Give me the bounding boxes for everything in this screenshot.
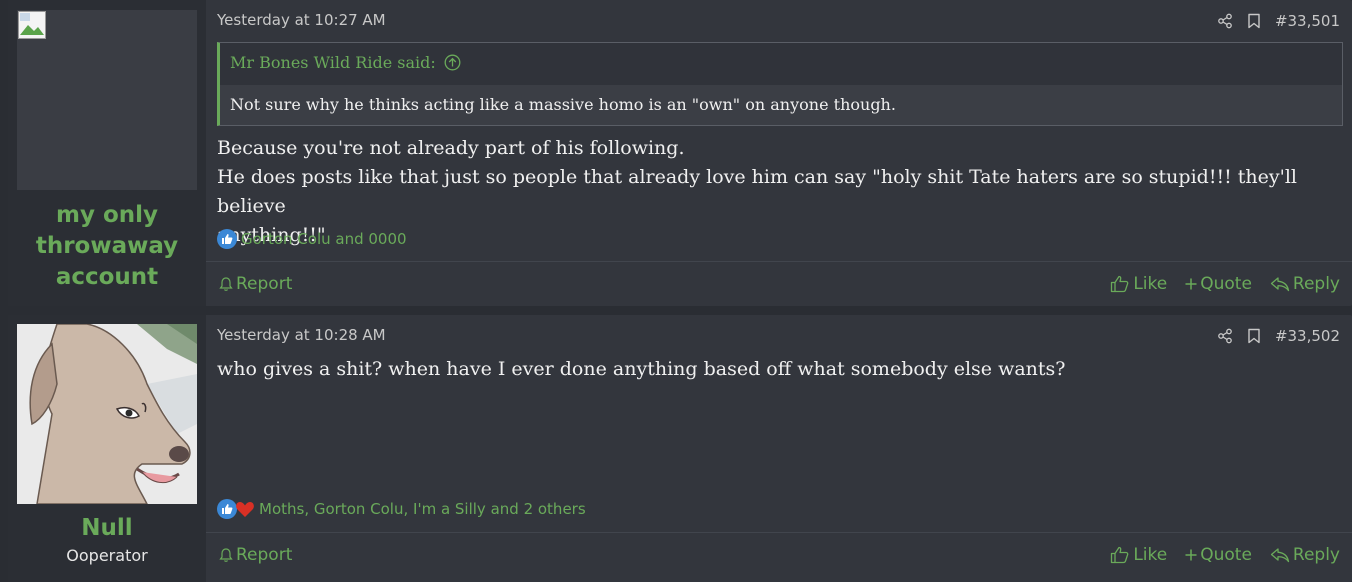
- quote-author: Mr Bones Wild Ride said:: [230, 53, 436, 72]
- heart-reaction-icon: [235, 499, 255, 519]
- user-column: Null Ooperator: [8, 315, 206, 582]
- reply-arrow-icon: [1270, 547, 1290, 562]
- reply-button[interactable]: Reply: [1270, 274, 1340, 294]
- bookmark-icon[interactable]: [1247, 13, 1261, 29]
- bell-icon: [219, 276, 233, 291]
- post-33502: Null Ooperator Yesterday at 10:28 AM #33…: [8, 315, 1352, 582]
- post-timestamp[interactable]: Yesterday at 10:28 AM: [217, 326, 386, 344]
- post-tools: #33,502: [1217, 325, 1340, 347]
- avatar[interactable]: [17, 10, 197, 190]
- reply-arrow-icon: [1270, 276, 1290, 291]
- user-column: my only throwaway account: [8, 0, 206, 306]
- report-button[interactable]: Report: [219, 545, 292, 565]
- like-button[interactable]: Like: [1110, 545, 1167, 565]
- like-reaction-icon: [217, 499, 237, 519]
- arrow-up-circle-icon[interactable]: [444, 54, 461, 71]
- post-timestamp[interactable]: Yesterday at 10:27 AM: [217, 11, 386, 29]
- reactions-list[interactable]: Gorton Colu and 0000: [241, 230, 407, 248]
- bell-icon: [219, 547, 233, 562]
- username[interactable]: Null: [8, 513, 206, 544]
- dog-avatar-image: [17, 324, 197, 504]
- quote-block: Mr Bones Wild Ride said: Not sure why he…: [217, 42, 1343, 126]
- reactions-bar[interactable]: Moths, Gorton Colu, I'm a Silly and 2 ot…: [217, 499, 586, 519]
- plus-icon: [1185, 278, 1197, 289]
- user-title: Ooperator: [66, 546, 148, 565]
- bookmark-icon[interactable]: [1247, 328, 1261, 344]
- share-icon[interactable]: [1217, 328, 1233, 344]
- reactions-bar[interactable]: Gorton Colu and 0000: [217, 229, 407, 249]
- like-button[interactable]: Like: [1110, 274, 1167, 294]
- post-main: Yesterday at 10:28 AM #33,502 who gives …: [206, 315, 1352, 582]
- report-button[interactable]: Report: [219, 274, 292, 294]
- quote-text: Not sure why he thinks acting like a mas…: [220, 85, 1342, 125]
- reply-button[interactable]: Reply: [1270, 545, 1340, 565]
- reactions-list[interactable]: Moths, Gorton Colu, I'm a Silly and 2 ot…: [259, 500, 586, 518]
- share-icon[interactable]: [1217, 13, 1233, 29]
- post-number-link[interactable]: #33,501: [1275, 12, 1340, 30]
- quote-header[interactable]: Mr Bones Wild Ride said:: [230, 53, 461, 72]
- post-tools: #33,501: [1217, 10, 1340, 32]
- quote-button[interactable]: Quote: [1185, 545, 1252, 565]
- post-footer: Report Like Quote Reply: [206, 532, 1352, 576]
- post-33501: my only throwaway account Yesterday at 1…: [8, 0, 1352, 306]
- post-number-link[interactable]: #33,502: [1275, 327, 1340, 345]
- post-footer: Report Like Quote Reply: [206, 261, 1352, 305]
- broken-image-icon: [18, 11, 46, 39]
- plus-icon: [1185, 549, 1197, 560]
- quote-button[interactable]: Quote: [1185, 274, 1252, 294]
- thumbs-up-icon: [1111, 546, 1129, 563]
- like-reaction-icon: [217, 229, 237, 249]
- post-message: who gives a shit? when have I ever done …: [217, 358, 1066, 380]
- avatar[interactable]: [17, 324, 197, 504]
- username[interactable]: my only throwaway account: [8, 200, 206, 293]
- thumbs-up-icon: [1111, 275, 1129, 292]
- post-main: Yesterday at 10:27 AM #33,501 Mr Bones W…: [206, 0, 1352, 306]
